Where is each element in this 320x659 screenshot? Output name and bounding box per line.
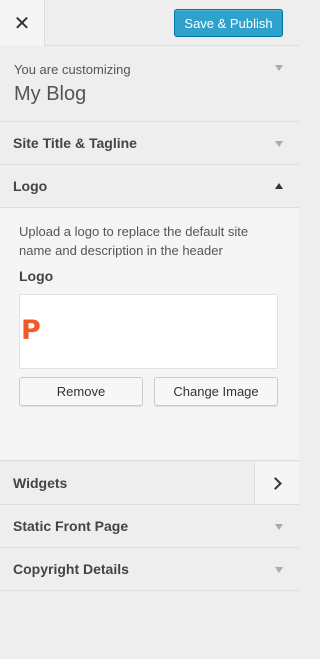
section-title: Site Title & Tagline [13, 135, 137, 151]
section-copyright[interactable]: Copyright Details [0, 548, 299, 591]
chevron-down-icon [275, 65, 283, 71]
save-publish-button[interactable]: Save & Publish [174, 9, 283, 37]
section-title: Copyright Details [13, 561, 129, 577]
section-logo[interactable]: Logo [0, 165, 299, 208]
section-site-title[interactable]: Site Title & Tagline [0, 122, 299, 165]
change-image-button[interactable]: Change Image [154, 377, 278, 406]
logo-field-label: Logo [19, 268, 54, 284]
section-title: Logo [13, 178, 48, 194]
chevron-right-icon [268, 476, 282, 490]
customizing-info[interactable]: You are customizing My Blog [0, 47, 299, 122]
chevron-down-icon [275, 567, 283, 573]
widgets-open-button[interactable] [254, 462, 299, 504]
chevron-up-icon [275, 183, 283, 189]
close-button[interactable]: ✕ [0, 0, 45, 46]
section-title: Widgets [13, 475, 68, 491]
chevron-down-icon [275, 524, 283, 530]
logo-preview: P [19, 294, 278, 369]
customizing-label: You are customizing [14, 62, 131, 77]
site-name: My Blog [14, 83, 87, 105]
section-static-front-page[interactable]: Static Front Page [0, 505, 299, 548]
section-title: Static Front Page [13, 518, 129, 534]
logo-description: Upload a logo to replace the default sit… [19, 224, 249, 258]
remove-button[interactable]: Remove [19, 377, 143, 406]
customizer-header: ✕ Save & Publish [0, 0, 299, 46]
section-widgets[interactable]: Widgets [0, 462, 299, 505]
logo-image: P [21, 315, 41, 346]
empty-panel-area [0, 591, 299, 659]
logo-panel: Upload a logo to replace the default sit… [0, 208, 299, 461]
close-icon: ✕ [13, 12, 31, 35]
chevron-down-icon [275, 141, 283, 147]
